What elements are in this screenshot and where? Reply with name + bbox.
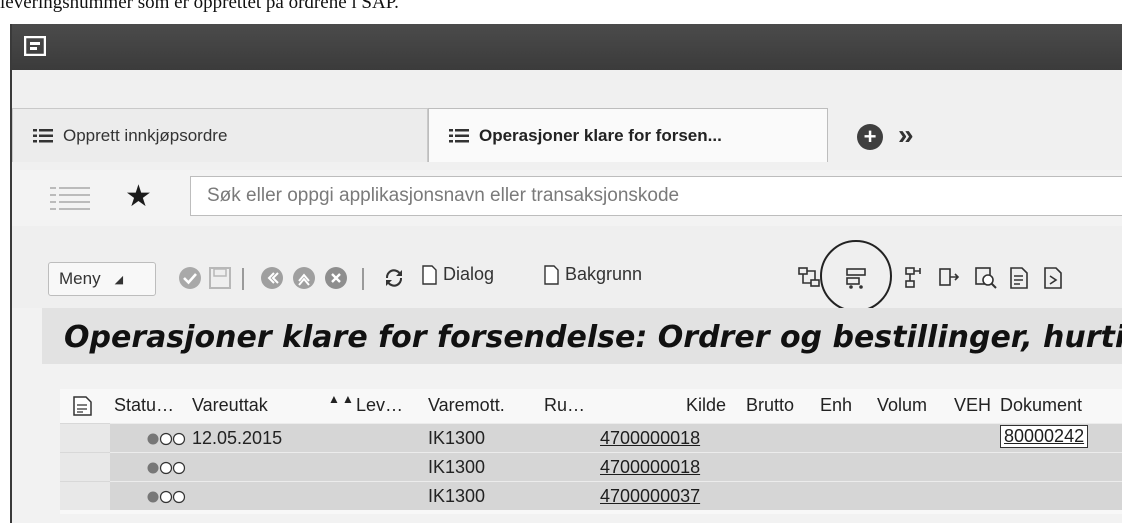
page-title: Operasjoner klare for forsendelse: Ordre…	[64, 320, 1122, 355]
toolbar-separator	[242, 268, 244, 290]
display-icon[interactable]	[1008, 266, 1032, 290]
table-row[interactable]: IK1300 4700000018	[110, 452, 1122, 481]
table-row[interactable]: 12.05.2015 IK1300 4700000018 80000242	[110, 423, 1122, 452]
menu-button-label: Meny	[59, 269, 101, 288]
transfer-icon[interactable]	[938, 266, 962, 290]
tab-opprett-innkjopsordre[interactable]: Opprett innkjøpsordre	[12, 108, 428, 162]
column-header-vareuttak[interactable]: Vareuttak	[192, 395, 268, 416]
cell-kilde-link[interactable]: 4700000037	[600, 486, 700, 507]
status-lights-icon	[147, 490, 186, 504]
cancel-icon[interactable]	[324, 266, 348, 290]
dialog-button[interactable]: Dialog	[422, 264, 494, 285]
table-row[interactable]: IK1300 4700000037	[110, 481, 1122, 510]
table-header: Statu… Vareuttak ▲ ▲ Lev… Varemott. Ru… …	[60, 389, 1122, 423]
cell-vareuttak: 12.05.2015	[192, 428, 283, 448]
row-selector[interactable]	[60, 423, 110, 452]
tab-label: Opprett innkjøpsordre	[63, 125, 228, 145]
search-input[interactable]	[191, 184, 1122, 208]
sort-ascending-icon[interactable]: ▲	[328, 392, 340, 406]
search-field[interactable]	[190, 176, 1122, 216]
exit-icon[interactable]	[292, 266, 316, 290]
background-button[interactable]: Bakgrunn	[544, 264, 642, 285]
cell-varemott: IK1300	[428, 428, 486, 448]
search-row: ★	[12, 170, 1122, 226]
document-icon	[422, 264, 437, 285]
sort-ascending-icon[interactable]: ▲	[342, 392, 354, 406]
save-icon[interactable]	[208, 266, 232, 290]
confirm-icon[interactable]	[178, 266, 202, 290]
output-icon[interactable]	[1042, 266, 1066, 290]
column-header-volum[interactable]: Volum	[877, 395, 927, 416]
status-lights-icon	[147, 432, 186, 446]
layout-settings-icon[interactable]	[72, 395, 94, 417]
background-button-label: Bakgrunn	[565, 264, 643, 284]
column-header-dokument[interactable]: Dokument	[1000, 395, 1082, 416]
cell-varemott: IK1300	[428, 486, 486, 506]
shell-bar	[12, 24, 1122, 70]
list-icon	[449, 128, 469, 142]
list-icon	[33, 128, 53, 142]
annotation-circle	[820, 240, 892, 312]
refresh-icon[interactable]	[382, 266, 406, 290]
sap-window: Opprett innkjøpsordre Operasjoner klare …	[10, 24, 1122, 523]
delivery-table: Statu… Vareuttak ▲ ▲ Lev… Varemott. Ru… …	[60, 389, 1122, 514]
document-icon	[544, 264, 559, 285]
column-header-ru[interactable]: Ru…	[544, 395, 585, 416]
column-header-veh[interactable]: VEH	[954, 395, 991, 416]
menu-button[interactable]: Meny ◢	[48, 262, 156, 296]
back-icon[interactable]	[260, 266, 284, 290]
cell-kilde-link[interactable]: 4700000018	[600, 457, 700, 478]
hierarchy-icon[interactable]	[904, 266, 928, 290]
tab-strip: Opprett innkjøpsordre Operasjoner klare …	[12, 70, 1122, 170]
status-lights-icon	[147, 461, 186, 475]
toolbar-separator	[362, 268, 364, 290]
row-selector[interactable]	[60, 452, 110, 481]
title-band: Operasjoner klare for forsendelse: Ordre…	[42, 308, 1122, 364]
caret-down-icon: ◢	[114, 273, 124, 286]
row-selector[interactable]	[60, 481, 110, 510]
column-header-kilde[interactable]: Kilde	[686, 395, 726, 416]
column-header-enh[interactable]: Enh	[820, 395, 852, 416]
dialog-button-label: Dialog	[443, 264, 495, 284]
split-icon[interactable]	[797, 266, 821, 290]
tab-operasjoner-klare[interactable]: Operasjoner klare for forsen...	[428, 108, 828, 162]
document-caption: leveringsnummer som er opprettet på ordr…	[0, 0, 399, 13]
star-icon[interactable]: ★	[125, 182, 152, 212]
add-tab-icon[interactable]: +	[857, 124, 883, 150]
application-toolbar: Meny ◢ Dialog Bakgrunn	[12, 226, 1122, 312]
column-header-brutto[interactable]: Brutto	[746, 395, 794, 416]
more-tabs-icon[interactable]: »	[898, 120, 914, 150]
cell-kilde-link[interactable]: 4700000018	[600, 428, 700, 449]
menu-icon[interactable]	[50, 186, 90, 212]
column-header-varemott[interactable]: Varemott.	[428, 395, 505, 416]
cell-dokument-link[interactable]: 80000242	[1000, 425, 1089, 448]
sap-shell-icon[interactable]	[24, 36, 46, 56]
column-header-lev[interactable]: Lev…	[356, 395, 403, 416]
search-details-icon[interactable]	[974, 266, 998, 290]
tab-label: Operasjoner klare for forsen...	[479, 125, 722, 145]
column-header-status[interactable]: Statu…	[114, 395, 174, 416]
cell-varemott: IK1300	[428, 457, 486, 477]
